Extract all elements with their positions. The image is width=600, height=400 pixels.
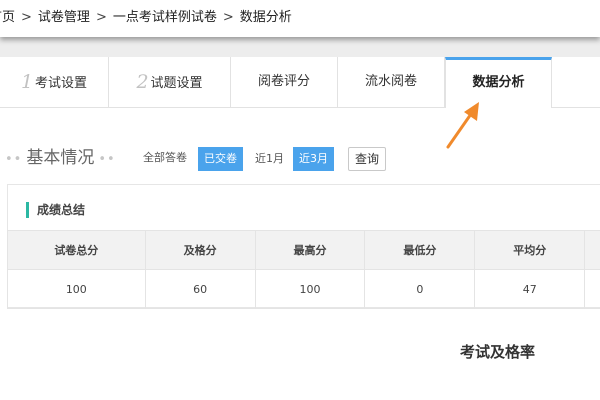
pass-rate-title: 考试及格率 bbox=[460, 343, 536, 361]
tab-label: 试题设置 bbox=[150, 76, 203, 91]
tab-pipeline-grading[interactable]: 流水阅卷 bbox=[338, 57, 445, 107]
breadcrumb-sample-exam[interactable]: 一点考试样例试卷 bbox=[113, 10, 217, 25]
column-header: 平均分 bbox=[474, 230, 586, 270]
table-cell: 100 bbox=[254, 269, 366, 309]
filter-all-papers[interactable]: 全部答卷 bbox=[143, 145, 187, 171]
column-header: 最低分 bbox=[364, 230, 476, 270]
column-header: 及格分 bbox=[144, 230, 256, 270]
column-header: 最高分 bbox=[254, 230, 366, 270]
top-bar: 首页 > 试卷管理 > 一点考试样例试卷 > 数据分析 bbox=[0, 0, 600, 37]
decorative-dots: •• bbox=[98, 152, 116, 167]
breadcrumb: 首页 > 试卷管理 > 一点考试样例试卷 > 数据分析 bbox=[0, 0, 292, 37]
table-header-row: 试卷总分 及格分 最高分 最低分 平均分 bbox=[7, 230, 600, 270]
breadcrumb-exam-management[interactable]: 试卷管理 bbox=[38, 10, 90, 25]
table-cell: 47 bbox=[474, 269, 586, 309]
breadcrumb-separator: > bbox=[21, 10, 32, 25]
query-button[interactable]: 查询 bbox=[348, 147, 387, 171]
filter-last-3-months-chip[interactable]: 近3月 bbox=[293, 147, 334, 171]
tab-label: 考试设置 bbox=[35, 76, 88, 91]
tab-label: 流水阅卷 bbox=[364, 74, 417, 89]
score-summary-table: 试卷总分 及格分 最高分 最低分 平均分 100 60 100 0 47 bbox=[7, 230, 600, 309]
tab-step-number: 2 bbox=[136, 71, 149, 93]
filter-last-month-chip[interactable]: 近1月 bbox=[249, 147, 290, 171]
tab-step-number: 1 bbox=[20, 71, 34, 93]
header-spacer bbox=[0, 37, 600, 57]
table-cell: 100 bbox=[7, 269, 146, 309]
column-header: 试卷总分 bbox=[7, 230, 146, 270]
tab-grading[interactable]: 阅卷评分 bbox=[231, 57, 338, 107]
filter-submitted-chip[interactable]: 已交卷 bbox=[198, 147, 243, 171]
table-row: 100 60 100 0 47 bbox=[7, 269, 600, 309]
basic-info-heading: •• 基本情况 •• bbox=[5, 145, 116, 171]
column-header-overflow bbox=[584, 230, 600, 270]
tab-label: 数据分析 bbox=[472, 75, 525, 90]
step-tabs: 1 考试设置 2 试题设置 阅卷评分 流水阅卷 数据分析 bbox=[0, 57, 600, 108]
section-title: 基本情况 bbox=[26, 148, 95, 168]
arrow-up-right-icon bbox=[446, 102, 479, 149]
breadcrumb-separator: > bbox=[95, 10, 107, 25]
table-cell: 0 bbox=[364, 269, 476, 309]
tab-question-settings[interactable]: 2 试题设置 bbox=[109, 57, 231, 107]
tab-label: 阅卷评分 bbox=[257, 74, 310, 89]
breadcrumb-current: 数据分析 bbox=[239, 10, 292, 25]
breadcrumb-separator: > bbox=[222, 10, 234, 25]
score-summary-card: 成绩总结 试卷总分 及格分 最高分 最低分 平均分 100 60 100 0 4… bbox=[7, 184, 600, 309]
breadcrumb-home[interactable]: 首页 bbox=[0, 10, 15, 25]
table-cell: 60 bbox=[144, 269, 256, 309]
card-title: 成绩总结 bbox=[26, 201, 85, 219]
decorative-dots: •• bbox=[5, 152, 23, 167]
tab-exam-settings[interactable]: 1 考试设置 bbox=[0, 57, 109, 107]
table-cell-overflow bbox=[584, 269, 600, 309]
